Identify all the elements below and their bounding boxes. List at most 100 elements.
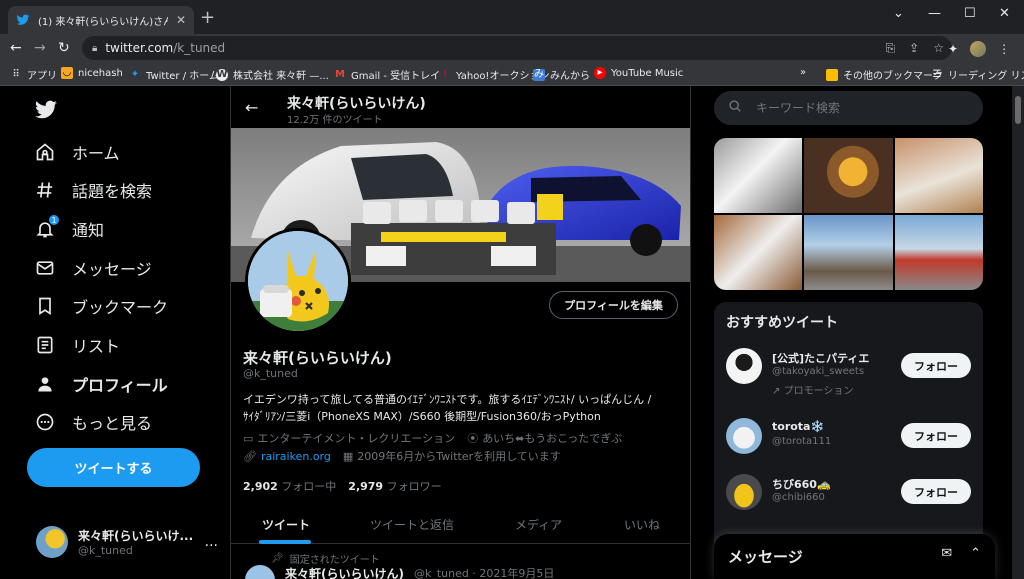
install-app-icon[interactable]: ⎘ [886,41,896,56]
bookmark-minkara[interactable]: み みんから [533,67,590,82]
follow-stats: 2,902 フォロー中 2,979 フォロワー [243,478,442,494]
recommendation-name: torota❄️ [772,420,825,433]
media-thumbnail[interactable] [714,138,803,213]
recommendation-name: ちび660🚕 [772,478,831,491]
scrollbar-thumb[interactable] [1015,96,1021,124]
tab-media[interactable]: メディア [515,516,562,533]
profile-bio: イエデンワ持って旅してる普通のｲｴﾃﾞﾝﾜﾆｽﾄです。旅するｲｴﾃﾞﾝﾜﾆｽﾄ/… [243,393,652,423]
nav-label: ブックマーク [72,298,169,317]
nav-lists[interactable]: リスト [34,329,120,361]
follow-button[interactable]: フォロー [901,479,971,504]
twitter-logo-icon[interactable] [34,98,58,126]
bookmark-icon [34,295,56,317]
back-icon[interactable]: ← [10,39,22,57]
reload-icon[interactable]: ↻ [58,39,70,57]
media-thumbnail[interactable] [804,215,893,290]
media-thumbnail[interactable] [714,215,803,290]
nav-home[interactable]: ホーム [34,136,120,168]
nav-bookmarks[interactable]: ブックマーク [34,290,168,322]
pinned-tweet-author: 来々軒(らいらいけん) [285,566,404,579]
follow-button[interactable]: フォロー [901,423,971,448]
envelope-icon [34,257,56,279]
share-icon[interactable]: ⇪ [909,41,919,56]
profile-tabs: ツイート ツイートと返信 メディア いいね [231,504,690,544]
nav-more[interactable]: もっと見る [34,406,152,438]
nav-explore[interactable]: 話題を検索 [34,174,152,206]
bookmark-nicehash[interactable]: ◡ nicehash [61,67,123,79]
edit-profile-button[interactable]: プロフィールを編集 [549,291,678,319]
profile-header-bar: ← 来々軒(らいらいけん) 12.2万 件のツイート [231,86,690,128]
search-box[interactable] [714,91,983,125]
new-tab-icon[interactable]: + [200,9,215,27]
profile-website-link[interactable]: rairaiken.org [261,450,331,463]
window-close-icon[interactable]: ✕ [999,6,1010,21]
bookmarks-overflow-icon[interactable]: » [800,67,806,78]
pinned-tweet[interactable]: 来々軒(らいらいけん) @k_tuned · 2021年9月5日 [245,565,685,579]
recommendation-item[interactable]: torota❄️ @torota111 フォロー [726,418,976,468]
account-switcher[interactable]: 来々軒(らいらいけ... @k_tuned ... [36,522,218,562]
browser-tab[interactable]: (1) 来々軒(らいらいけん)さん (@k_tu ✕ [8,6,194,34]
other-bookmarks[interactable]: その他のブックマーク [826,67,943,82]
media-thumbnail[interactable] [894,215,983,290]
media-thumbnail[interactable] [894,138,983,213]
nav-notifications[interactable]: 1 通知 [34,213,104,245]
home-icon [34,141,56,163]
profile-joined: 2009年6月からTwitterを利用しています [357,450,561,463]
tab-likes[interactable]: いいね [624,516,660,533]
calendar-icon: ▦ [342,449,354,463]
tab-tweets[interactable]: ツイート [262,516,310,533]
twitter-app: ホーム 話題を検索 1 通知 メッセージ ブックマーク リスト プロフィール も… [0,86,1024,579]
nav-profile[interactable]: プロフィール [34,368,168,400]
following-link[interactable]: 2,902 フォロー中 [243,478,336,494]
promoted-icon: ↗ [772,386,781,397]
media-thumbnail[interactable] [804,138,893,213]
minimize-icon[interactable]: — [928,6,941,21]
briefcase-icon: ▭ [243,431,254,445]
forward-icon[interactable]: → [34,39,46,57]
new-message-icon[interactable]: ✉ [941,546,952,561]
avatar [726,418,762,454]
recommendation-item[interactable]: [公式]たこパティエ @takoyaki_sweets ↗ プロモーション フォ… [726,348,976,398]
back-arrow-icon[interactable]: ← [245,98,258,117]
more-dots-icon[interactable]: ... [205,534,218,550]
menu-kebab-icon[interactable]: ⋮ [998,42,1010,56]
profile-avatar[interactable] [245,228,351,334]
follow-button[interactable]: フォロー [901,353,971,378]
more-circle-icon [34,411,56,433]
bookmark-rairaiken[interactable]: W 株式会社 来々軒 —... [216,67,329,82]
header-tweet-count: 12.2万 件のツイート [287,115,383,126]
search-input[interactable] [756,101,956,115]
chevron-down-icon[interactable]: ⌄ [893,6,904,21]
browser-toolbar: ← → ↻ 🔒︎ twitter.com/k_tuned ⎘ ⇪ ☆ ✦ ⋮ [0,34,1024,62]
profile-column: ← 来々軒(らいらいけん) 12.2万 件のツイート プロフィールを編集 来々軒… [230,86,691,579]
account-name: 来々軒(らいらいけ... [78,529,194,543]
tab-close-icon[interactable]: ✕ [176,13,186,27]
bookmark-gmail[interactable]: M Gmail - 受信トレイ [334,67,440,83]
avatar [726,474,762,510]
media-grid [714,138,983,290]
extensions-puzzle-icon[interactable]: ✦ [948,42,958,56]
tab-tweets-and-replies[interactable]: ツイートと返信 [370,516,454,533]
expand-chevron-icon[interactable]: ⌃ [970,546,981,561]
nav-messages[interactable]: メッセージ [34,252,152,284]
profile-avatar-icon[interactable] [970,41,987,57]
lock-icon: 🔒︎ [92,42,98,54]
recommendation-item[interactable]: ちび660🚕 @chibi660 フォロー [726,474,976,524]
nav-label: メッセージ [72,260,152,279]
profile-category: エンターテイメント・レクリエーション [257,432,456,445]
address-bar[interactable]: 🔒︎ twitter.com/k_tuned ⎘ ⇪ ☆ [82,36,952,60]
reading-list[interactable]: ☰ リーディング リスト [931,67,1024,83]
messages-drawer[interactable]: メッセージ ✉ ⌃ [714,534,995,579]
bookmark-youtube-music[interactable]: ▸ YouTube Music [594,67,683,79]
recommendation-handle: @torota111 [772,436,832,447]
page-scrollbar[interactable] [1012,86,1024,579]
bookmark-apps[interactable]: ⠿ アプリ [10,67,57,83]
nav-label: ホーム [72,144,120,163]
gmail-icon: M [335,68,345,80]
youtube-music-icon: ▸ [594,67,606,79]
star-icon[interactable]: ☆ [933,41,944,56]
maximize-icon[interactable]: ☐ [964,6,976,21]
bookmark-twitter-home[interactable]: ✦ Twitter / ホーム [129,67,219,83]
tweet-button[interactable]: ツイートする [27,448,200,487]
followers-link[interactable]: 2,979 フォロワー [348,478,441,494]
